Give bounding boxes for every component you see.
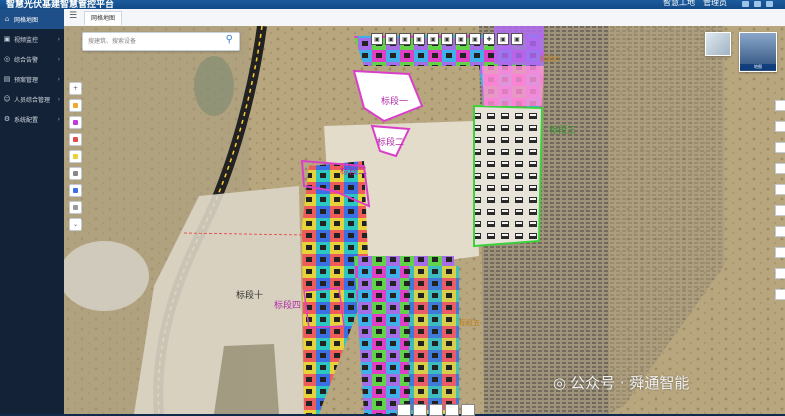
user-name[interactable]: 管理员 <box>703 0 727 8</box>
chevron-right-icon: › <box>57 55 60 63</box>
tool-icon[interactable]: ▣ <box>427 33 439 45</box>
top-bar: 智慧光伏基建智慧管控平台 智慧工地 管理员 <box>0 0 785 10</box>
chevron-right-icon: › <box>57 95 60 103</box>
section-label: 标段四 <box>274 301 302 311</box>
sidebar-item-label: 人员综合管理 <box>14 96 51 104</box>
sidebar-item-plan[interactable]: ▤ 预案管理 › <box>0 69 64 89</box>
layer-toggle-icon[interactable] <box>69 150 82 163</box>
map-top-toolbar: ▣ ▣ ▣ ▣ ▣ ▣ ▣ ▣ ✚ ▣ ▣ <box>371 33 523 45</box>
layer-toggle-icon[interactable] <box>69 167 82 180</box>
section-label: 标段一 <box>381 97 409 107</box>
sidebar-item-label: 综合告警 <box>14 56 39 64</box>
tool-icon[interactable] <box>775 268 785 279</box>
tool-icon[interactable]: ▣ <box>399 33 411 45</box>
section-label: 标段三 <box>549 126 577 136</box>
tool-icon[interactable] <box>429 404 443 416</box>
settings-icon: ⚙ <box>3 115 11 123</box>
sidebar-item-video[interactable]: ▣ 视频监控 › <box>0 29 64 49</box>
layer-toggle-icon[interactable] <box>69 201 82 214</box>
tool-icon[interactable] <box>775 100 785 111</box>
basemap-thumbnail-satellite[interactable]: 地图 <box>739 32 777 72</box>
tool-icon[interactable] <box>397 404 411 416</box>
tool-icon[interactable] <box>775 205 785 216</box>
sidebar-item-alert[interactable]: ◎ 综合告警 › <box>0 49 64 69</box>
search-box: ⚲ <box>82 32 240 51</box>
sidebar-item-settings[interactable]: ⚙ 系统配置 › <box>0 109 64 129</box>
zoom-in-icon[interactable]: + <box>69 82 82 95</box>
tab-grid-map[interactable]: 网格地图 <box>84 11 123 25</box>
tool-icon[interactable] <box>775 184 785 195</box>
basemap-label: 地图 <box>740 64 776 70</box>
tool-icon[interactable] <box>775 247 785 258</box>
wechat-icon: ◎ <box>553 373 567 392</box>
map-view[interactable]: 标段一 标段二 标段二 标段三 标段十 标段四 标段五 标段六 <box>64 26 785 414</box>
tool-icon[interactable]: ▣ <box>511 33 523 45</box>
section-label: 标段十 <box>236 291 264 301</box>
tool-icon[interactable]: ▣ <box>385 33 397 45</box>
tab-bar: ☰ 网格地图 <box>64 9 785 27</box>
sidebar-item-grid-map[interactable]: ⌂ 网格地图 <box>0 9 64 29</box>
sidebar-item-label: 系统配置 <box>14 116 39 124</box>
tool-icon[interactable] <box>775 121 785 132</box>
watermark-text: 公众号 · 舜通智能 <box>570 374 690 392</box>
sidebar-item-label: 网格地图 <box>14 16 39 24</box>
watermark: ◎ 公众号 · 舜通智能 <box>553 372 689 393</box>
tool-icon[interactable] <box>413 404 427 416</box>
tool-icon[interactable]: ▣ <box>455 33 467 45</box>
logout-icon[interactable] <box>766 1 773 7</box>
section-label: 标段六 <box>540 55 561 63</box>
alert-icon: ◎ <box>3 55 11 63</box>
basemap-thumbnail-map[interactable] <box>705 32 731 56</box>
tool-icon[interactable]: ▣ <box>469 33 481 45</box>
map-bottom-toolbar <box>397 404 475 416</box>
layer-toggle-icon[interactable] <box>69 133 82 146</box>
fullscreen-icon[interactable] <box>754 1 761 7</box>
tool-icon[interactable] <box>775 142 785 153</box>
menu-toggle-icon[interactable]: ☰ <box>69 11 77 21</box>
search-input[interactable] <box>88 35 208 47</box>
user-area-label[interactable]: 智慧工地 <box>663 0 695 8</box>
plan-icon: ▤ <box>3 75 11 83</box>
left-toolbar: + ⌄ <box>69 82 82 235</box>
tool-icon[interactable]: ▣ <box>497 33 509 45</box>
layer-toggle-icon[interactable] <box>69 116 82 129</box>
tool-icon[interactable]: ▣ <box>413 33 425 45</box>
tool-icon[interactable] <box>775 289 785 300</box>
satellite-map <box>64 26 785 414</box>
layer-toggle-icon[interactable] <box>69 184 82 197</box>
section-label: 标段二 <box>377 138 405 148</box>
section-label: 标段二 <box>340 167 368 177</box>
sidebar: ⌂ 网格地图 ▣ 视频监控 › ◎ 综合告警 › ▤ 预案管理 › ☺ 人员综合… <box>0 9 64 414</box>
person-icon: ☺ <box>3 95 11 103</box>
layer-toggle-icon[interactable] <box>69 99 82 112</box>
sidebar-item-personnel[interactable]: ☺ 人员综合管理 › <box>0 89 64 109</box>
chevron-right-icon: › <box>57 35 60 43</box>
sidebar-item-label: 预案管理 <box>14 76 39 84</box>
section-label: 标段五 <box>459 319 480 327</box>
tool-icon[interactable]: ▣ <box>441 33 453 45</box>
tool-icon[interactable] <box>775 226 785 237</box>
right-toolbar <box>775 100 785 310</box>
chevron-right-icon: › <box>57 75 60 83</box>
notification-icon[interactable] <box>742 1 749 7</box>
search-icon[interactable]: ⚲ <box>226 34 233 45</box>
tool-icon[interactable] <box>445 404 459 416</box>
tool-icon[interactable] <box>775 163 785 174</box>
tool-icon[interactable]: ▣ <box>371 33 383 45</box>
tool-icon[interactable] <box>461 404 475 416</box>
compass-icon[interactable]: ✚ <box>483 33 495 45</box>
chevron-right-icon: › <box>57 115 60 123</box>
home-icon: ⌂ <box>4 15 10 23</box>
camera-icon: ▣ <box>3 35 11 43</box>
chevron-down-icon[interactable]: ⌄ <box>69 218 82 231</box>
sidebar-item-label: 视频监控 <box>14 36 39 44</box>
